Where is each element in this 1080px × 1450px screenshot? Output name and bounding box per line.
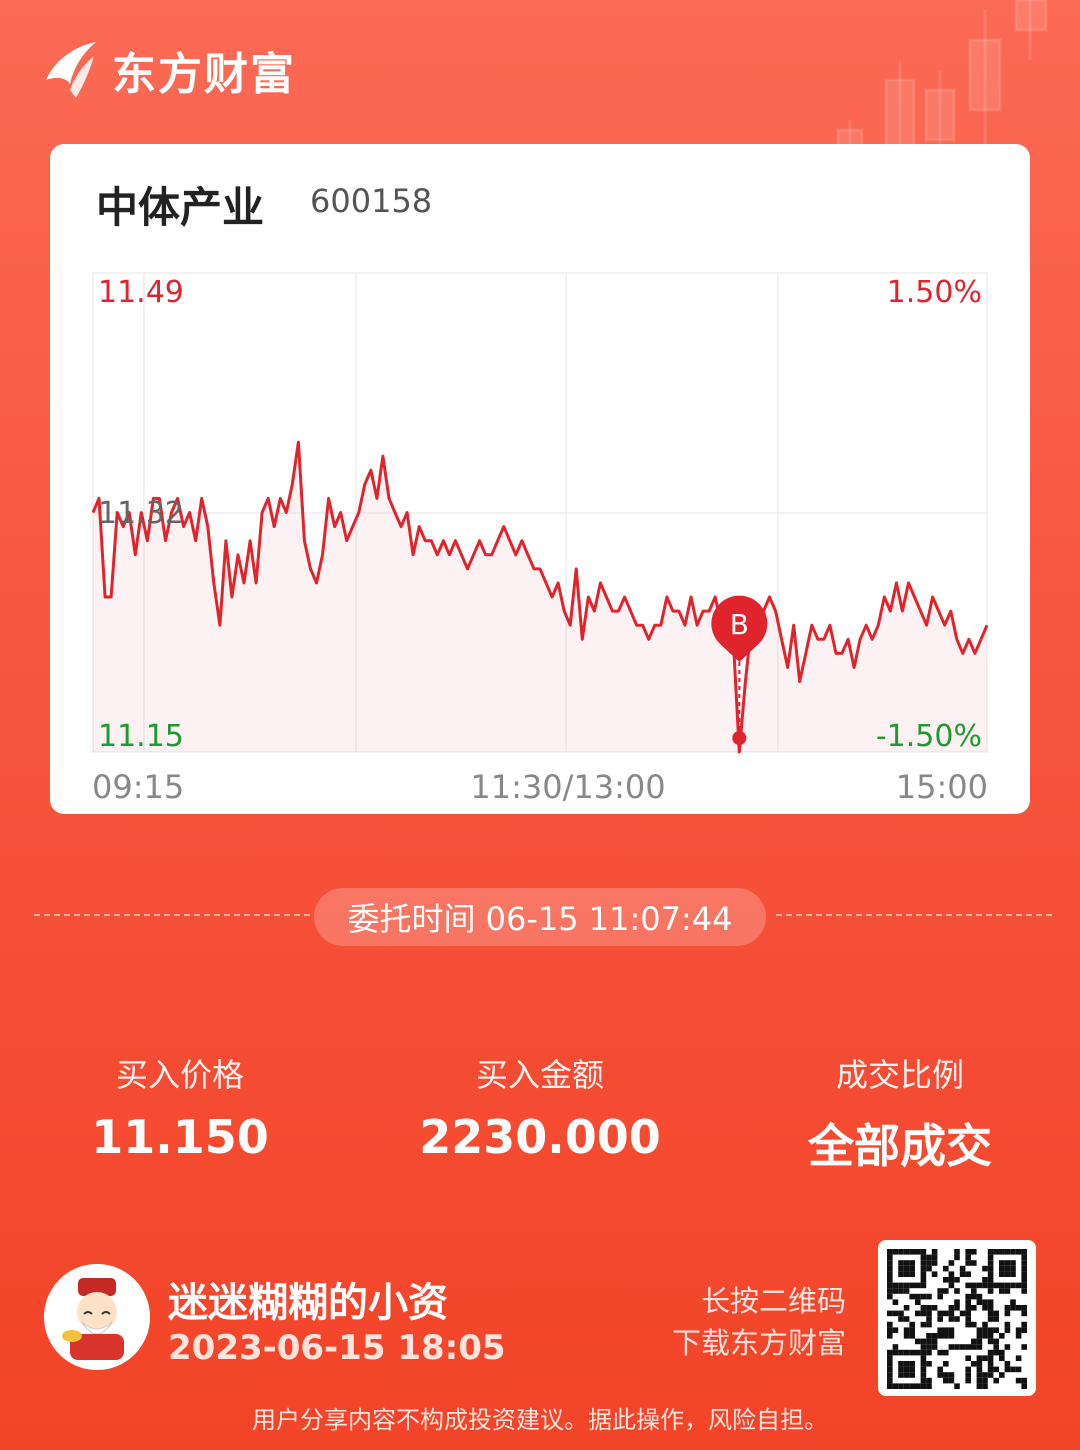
pct-min-label: -1.50%	[876, 719, 982, 754]
brand-name: 东方财富	[112, 49, 296, 100]
qr-hint-line2: 下载东方财富	[671, 1326, 846, 1360]
stat-value: 11.150	[91, 1110, 269, 1164]
stat-value: 2230.000	[419, 1110, 661, 1164]
qr-code-icon	[887, 1249, 1027, 1389]
x-tick-mid: 11:30/13:00	[470, 768, 665, 806]
qr-hint: 长按二维码 下载东方财富	[672, 1280, 846, 1364]
stat-label: 买入金额	[475, 1056, 604, 1094]
stat-label: 成交比例	[835, 1056, 964, 1094]
order-time: 委托时间 06-15 11:07:44	[347, 900, 733, 938]
user-avatar[interactable]	[44, 1264, 150, 1370]
y-min-label: 11.15	[98, 719, 184, 754]
divider-left	[34, 914, 310, 916]
divider-right	[776, 914, 1052, 916]
stat-value: 全部成交	[808, 1119, 992, 1173]
y-max-label: 11.49	[98, 275, 184, 310]
fortune-god-avatar-icon	[44, 1264, 150, 1370]
user-name: 迷迷糊糊的小资	[168, 1280, 448, 1326]
price-area-fill	[93, 442, 987, 752]
buy-marker-label: B	[730, 608, 749, 641]
share-time: 2023-06-15 18:05	[168, 1328, 506, 1368]
stat-buy-price: 买入价格 11.150	[30, 1050, 330, 1164]
intraday-price-chart: 11.49 11.32 11.15 1.50% -1.50% 09:15 11:…	[91, 272, 989, 806]
eastmoney-logo-icon	[46, 42, 96, 98]
order-time-pill: 委托时间 06-15 11:07:44	[314, 888, 766, 946]
x-tick-end: 15:00	[896, 768, 988, 806]
stat-buy-amount: 买入金额 2230.000	[390, 1050, 690, 1164]
x-tick-start: 09:15	[92, 768, 184, 806]
pct-max-label: 1.50%	[887, 275, 982, 310]
brand-header: 东方财富	[40, 38, 296, 102]
qr-hint-line1: 长按二维码	[700, 1284, 846, 1318]
stat-label: 买入价格	[115, 1056, 244, 1094]
stat-fill-ratio: 成交比例 全部成交	[750, 1050, 1050, 1176]
stock-chart-card: 中体产业 600158 11.49 11.32 11.15 1.50% -1.5…	[50, 144, 1030, 814]
disclaimer: 用户分享内容不构成投资建议。据此操作，风险自担。	[252, 1406, 828, 1434]
qr-code[interactable]	[878, 1240, 1036, 1396]
y-mid-label: 11.32	[98, 496, 184, 531]
